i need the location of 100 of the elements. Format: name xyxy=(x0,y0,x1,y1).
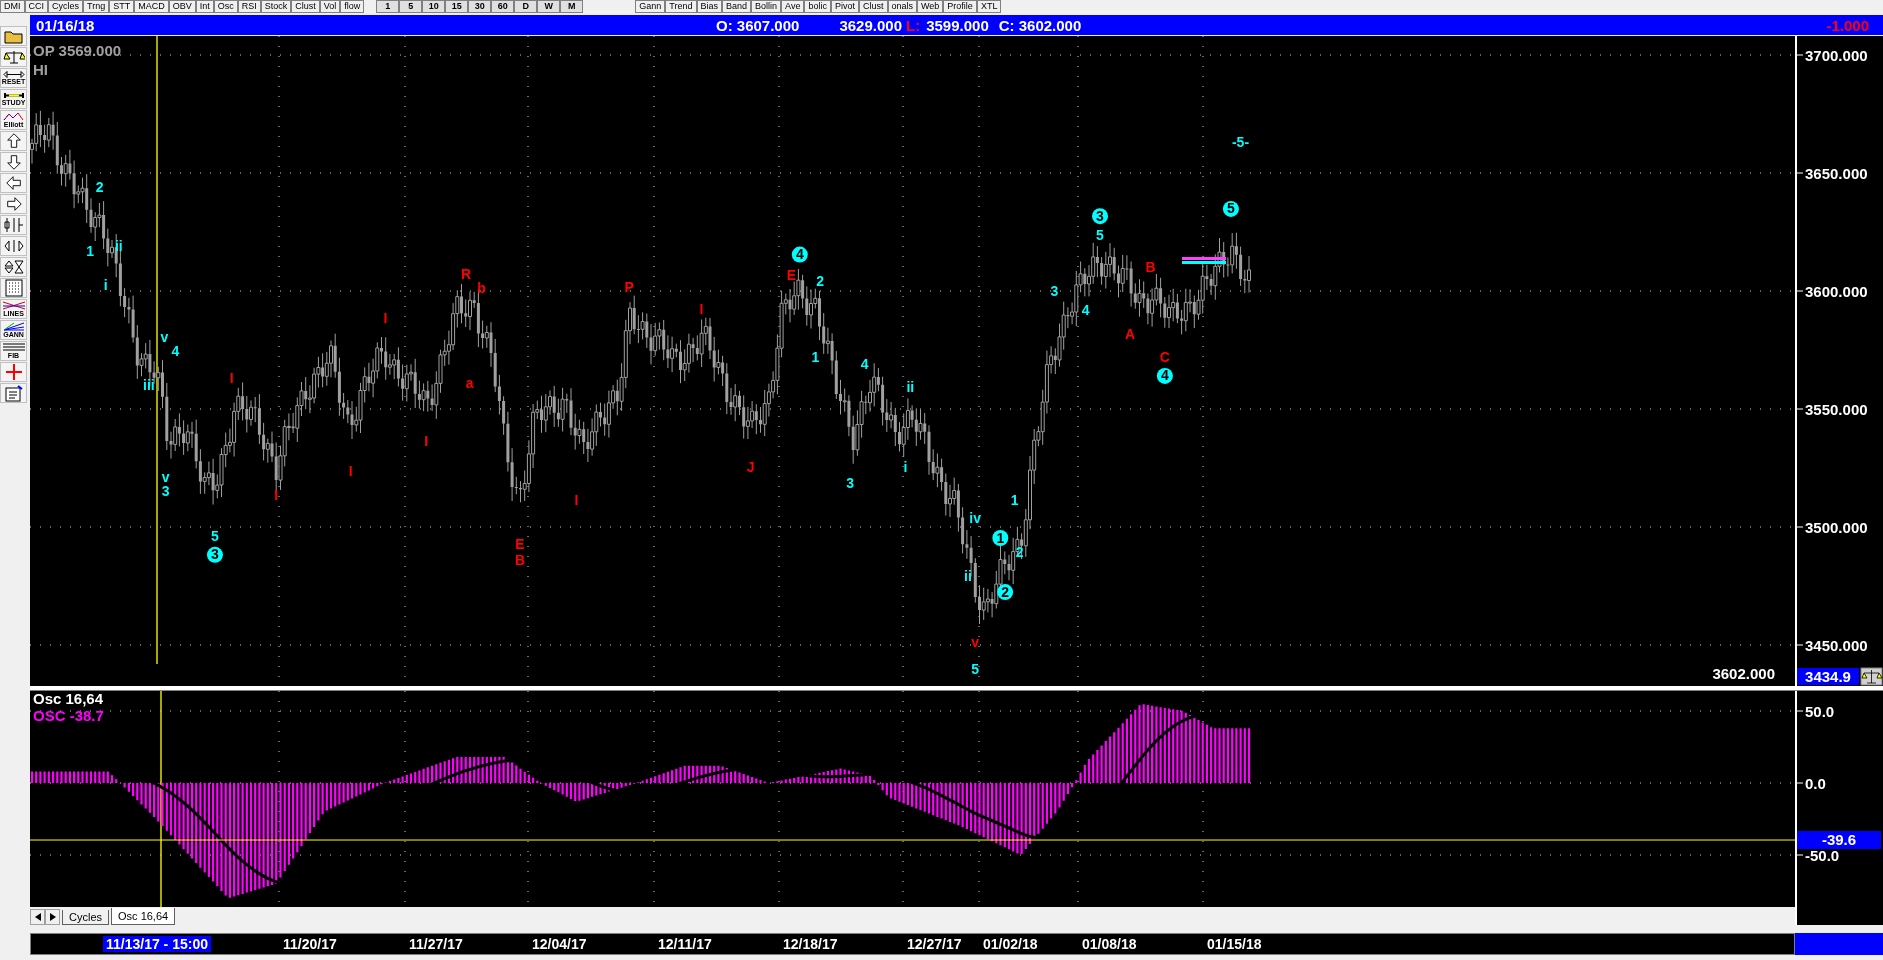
wave-label: B xyxy=(514,551,526,568)
ticks-icon[interactable] xyxy=(0,236,27,256)
cursor-value-tag: 3434.9 xyxy=(1797,668,1859,685)
wave-label: E xyxy=(515,536,525,552)
wave-label: iv xyxy=(969,509,981,526)
period-button[interactable]: W xyxy=(537,0,561,13)
analysis-button[interactable]: Clust xyxy=(859,0,888,13)
wave-label: I xyxy=(274,486,279,503)
analysis-button[interactable]: Bollin xyxy=(751,0,782,13)
axis-label: 3650.000 xyxy=(1805,165,1868,182)
analysis-button[interactable]: Pivot xyxy=(830,0,859,13)
indicator-button[interactable]: OBV xyxy=(168,0,196,13)
indicator-button[interactable]: Trng xyxy=(83,0,110,13)
wave-label: ii xyxy=(964,568,972,585)
wave-label: v xyxy=(160,329,169,346)
period-button[interactable]: 15 xyxy=(445,0,469,13)
panel-tab[interactable]: Osc 16,64 xyxy=(111,908,176,925)
wave-label: I xyxy=(348,462,353,479)
panel-tab[interactable]: Cycles xyxy=(62,910,109,925)
grid-icon[interactable] xyxy=(0,278,27,298)
wave-label: 1 xyxy=(811,348,820,365)
wave-label: 5 xyxy=(1096,227,1104,244)
period-button[interactable]: 5 xyxy=(399,0,423,13)
wave-label: 1 xyxy=(992,529,1009,546)
indicator-button[interactable]: Vol xyxy=(319,0,341,13)
wave-label: 3 xyxy=(846,474,855,491)
period-button[interactable]: 60 xyxy=(491,0,515,13)
indicator-button[interactable]: Cycles xyxy=(48,0,83,13)
date-label: 12/27/17 xyxy=(906,936,963,952)
low-label: L: xyxy=(906,16,921,34)
wave-label: iii xyxy=(143,377,155,394)
indicator-button[interactable]: STT xyxy=(109,0,135,13)
period-button[interactable]: 1 xyxy=(376,0,400,13)
date-label: 12/04/17 xyxy=(531,936,588,952)
wave-label: I xyxy=(699,300,704,317)
date-label: 01/08/18 xyxy=(1081,936,1138,952)
indicator-button[interactable]: DMI xyxy=(0,0,25,13)
wave-label: v xyxy=(971,634,979,651)
indicator-button[interactable]: Stock xyxy=(260,0,292,13)
wave-label: 2 xyxy=(95,179,104,196)
right-icon[interactable] xyxy=(0,194,27,214)
wave-label: E xyxy=(786,267,797,283)
analysis-button[interactable]: onals xyxy=(887,0,917,13)
scales-icon[interactable] xyxy=(1860,667,1883,686)
high-price: 3629.000 xyxy=(839,16,902,34)
horizontal-lines-icon xyxy=(1,343,26,352)
analysis-button[interactable]: Web xyxy=(917,0,944,13)
period-button[interactable]: D xyxy=(514,0,538,13)
date-label: 12/11/17 xyxy=(657,936,713,952)
folder-icon[interactable] xyxy=(0,26,27,46)
scales-icon[interactable] xyxy=(0,47,27,67)
wave-label: v xyxy=(161,468,170,485)
analysis-button[interactable]: Trend xyxy=(665,0,697,13)
open-label: OP 3569.000 xyxy=(33,42,122,59)
analysis-button[interactable]: Band xyxy=(722,0,752,13)
period-button[interactable]: M xyxy=(560,0,584,13)
indicator-button[interactable]: CCI xyxy=(24,0,48,13)
wave-label: P xyxy=(624,279,634,295)
indicator-button[interactable]: flow xyxy=(340,0,365,13)
up-icon[interactable] xyxy=(0,131,27,151)
price-change: -1.000 xyxy=(1826,16,1869,34)
axis-label: 3500.000 xyxy=(1805,519,1868,536)
analysis-button[interactable]: Profile xyxy=(943,0,977,13)
wave-label: I xyxy=(383,310,388,327)
analysis-button[interactable]: Bias xyxy=(696,0,723,13)
fan-lines-icon xyxy=(1,322,26,331)
wave-label: 5 xyxy=(211,527,219,544)
wave-label: 5 xyxy=(1222,200,1239,217)
indicator-button[interactable]: Clust xyxy=(291,0,320,13)
cursor-value-tag: -39.6 xyxy=(1797,831,1881,849)
wave-label: A xyxy=(1125,325,1136,342)
analysis-button[interactable]: Gann xyxy=(635,0,666,13)
double-arrow-icon xyxy=(2,71,25,78)
left-icon[interactable] xyxy=(0,173,27,193)
axis-label: 3700.000 xyxy=(1805,47,1868,64)
analysis-button[interactable]: XTL xyxy=(976,0,1002,13)
analysis-button[interactable]: Ave xyxy=(781,0,805,13)
date-label: 01/15/18 xyxy=(1206,936,1263,952)
date-label: 11/13/17 - 15:00 xyxy=(103,936,211,952)
wave-label: 4 xyxy=(791,246,808,263)
bars-icon[interactable] xyxy=(0,215,27,235)
indicator-button[interactable]: MACD xyxy=(134,0,169,13)
axis-label: -50.0 xyxy=(1805,847,1840,864)
next-tab-icon[interactable] xyxy=(45,909,60,925)
indicator-button[interactable]: Osc xyxy=(213,0,238,13)
wave-label: 2 xyxy=(997,583,1014,601)
clipboard-icon[interactable] xyxy=(0,383,27,403)
period-button[interactable]: 10 xyxy=(422,0,446,13)
analysis-button[interactable]: bolic xyxy=(804,0,831,13)
zigzag-icon xyxy=(2,112,25,121)
previous-tab-icon[interactable] xyxy=(30,909,45,925)
period-button[interactable]: 30 xyxy=(468,0,492,13)
down-icon[interactable] xyxy=(0,152,27,172)
wave-label: 3 xyxy=(161,483,170,500)
hourglass-icon[interactable] xyxy=(0,257,27,277)
wave-label: 4 xyxy=(1081,301,1090,318)
wave-label: 2 xyxy=(816,273,825,289)
cross-icon[interactable] xyxy=(0,362,27,382)
indicator-button[interactable]: RSI xyxy=(237,0,261,13)
wave-label: ii xyxy=(906,378,915,395)
